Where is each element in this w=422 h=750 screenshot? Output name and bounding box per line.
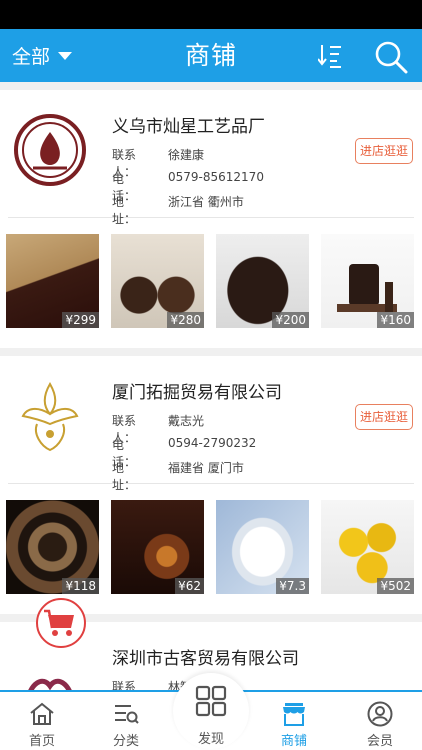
sort-icon[interactable]: [318, 43, 342, 69]
product-thumb[interactable]: ¥280: [111, 234, 204, 328]
top-bar: 全部 商铺: [0, 29, 422, 82]
product-thumb[interactable]: ¥299: [6, 234, 99, 328]
tab-label: 分类: [112, 734, 139, 749]
shop-name: 义乌市灿星工艺品厂: [112, 117, 265, 137]
product-thumb[interactable]: ¥160: [321, 234, 414, 328]
shop-logo: [21, 382, 79, 452]
discover-icon: [195, 685, 227, 717]
tab-category[interactable]: 分类: [84, 692, 168, 750]
shop-logo: [14, 114, 86, 186]
member-icon: [367, 701, 393, 727]
product-row: ¥299 ¥280 ¥200 ¥160: [0, 218, 422, 348]
tab-label: 首页: [28, 734, 55, 749]
address-label: 地 址：: [112, 461, 149, 492]
address-label: 地 址：: [112, 195, 149, 226]
enter-shop-button[interactable]: 进店逛逛: [355, 138, 413, 164]
discover-button[interactable]: 发现: [173, 673, 249, 749]
product-price: ¥62: [175, 578, 204, 594]
shop-name: 深圳市古客贸易有限公司: [112, 649, 299, 669]
tab-home[interactable]: 首页: [0, 692, 84, 750]
product-thumb[interactable]: ¥200: [216, 234, 309, 328]
status-bar: [0, 0, 422, 29]
address-row: 地 址： 福建省 厦门市: [112, 459, 244, 493]
home-icon: [30, 702, 54, 725]
product-thumb[interactable]: ¥62: [111, 500, 204, 594]
shop-card: 义乌市灿星工艺品厂 联系人： 徐建康 电 话： 0579-85612170 地 …: [0, 90, 422, 348]
tab-label: 商铺: [280, 734, 307, 749]
discover-label: 发现: [197, 732, 224, 747]
product-price: ¥200: [272, 312, 309, 328]
tab-member[interactable]: 会员: [338, 692, 422, 750]
product-price: ¥502: [377, 578, 414, 594]
shop-card: 厦门拓掘贸易有限公司 联系人： 戴志光 电 话： 0594-2790232 地 …: [0, 356, 422, 614]
product-price: ¥299: [62, 312, 99, 328]
tab-shop[interactable]: 商铺: [252, 692, 336, 750]
enter-shop-button[interactable]: 进店逛逛: [355, 404, 413, 430]
shop-header[interactable]: 厦门拓掘贸易有限公司 联系人： 戴志光 电 话： 0594-2790232 地 …: [8, 356, 414, 492]
tab-label: 会员: [366, 734, 393, 749]
shop-header[interactable]: 义乌市灿星工艺品厂 联系人： 徐建康 电 话： 0579-85612170 地 …: [8, 90, 414, 226]
cart-button[interactable]: [36, 598, 86, 648]
product-price: ¥160: [377, 312, 414, 328]
category-icon: [115, 705, 139, 724]
shop-name: 厦门拓掘贸易有限公司: [112, 383, 282, 403]
product-price: ¥7.3: [276, 578, 309, 594]
page-title: 商铺: [184, 41, 237, 70]
cart-icon: [44, 609, 74, 636]
product-price: ¥280: [167, 312, 204, 328]
shop-logo: [28, 678, 72, 690]
product-thumb[interactable]: ¥502: [321, 500, 414, 594]
product-thumb[interactable]: ¥7.3: [216, 500, 309, 594]
product-row: ¥118 ¥62 ¥7.3 ¥502: [0, 484, 422, 614]
product-price: ¥118: [62, 578, 99, 594]
product-thumb[interactable]: ¥118: [6, 500, 99, 594]
address-row: 地 址： 浙江省 衢州市: [112, 193, 244, 227]
contact-label: 联系人：: [112, 680, 137, 690]
address-value: 浙江省 衢州市: [168, 195, 244, 209]
shop-icon: [283, 703, 305, 726]
search-icon[interactable]: [374, 40, 408, 74]
address-value: 福建省 厦门市: [168, 461, 244, 475]
